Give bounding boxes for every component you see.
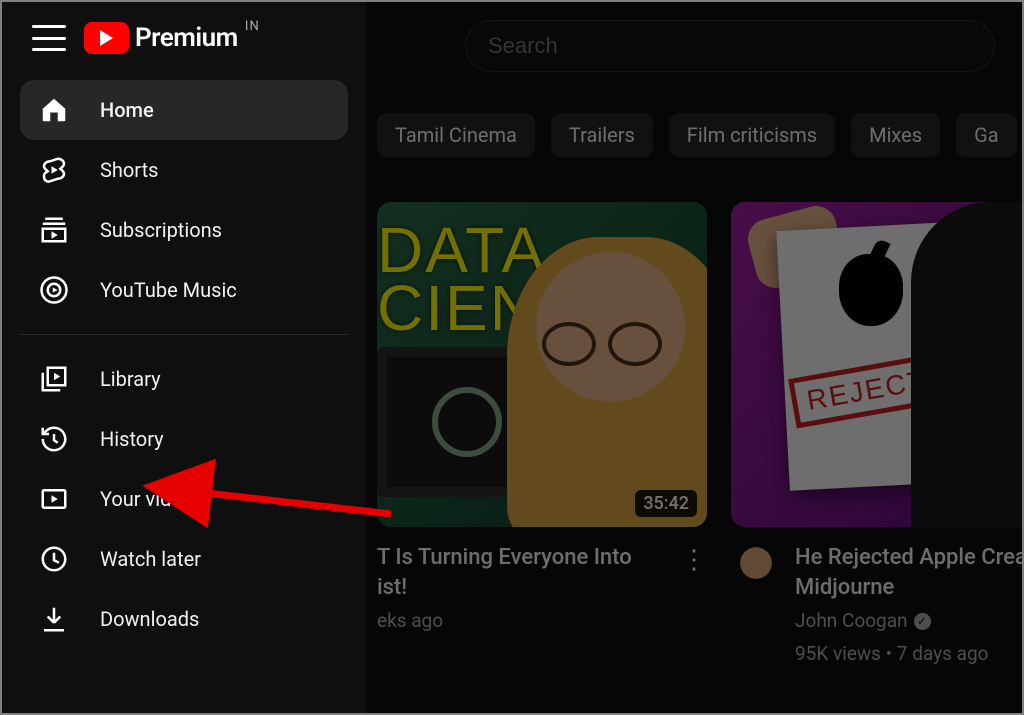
sidebar-divider (20, 334, 348, 335)
sidebar-item-subscriptions[interactable]: Subscriptions (20, 200, 348, 260)
verified-icon (914, 613, 931, 630)
video-meta: 95K views • 7 days ago (795, 641, 1022, 668)
history-icon (38, 423, 70, 455)
video-thumbnail[interactable]: REJECTED (731, 202, 1022, 527)
home-icon (38, 94, 70, 126)
sidebar-item-youtube-music[interactable]: YouTube Music (20, 260, 348, 320)
sidebar-item-label: Library (100, 367, 161, 391)
sidebar: Premium IN Home Shorts (2, 2, 366, 713)
chip-row: Tamil Cinema Trailers Film criticisms Mi… (377, 110, 1022, 160)
youtube-music-icon (38, 274, 70, 306)
video-duration: 35:42 (635, 490, 697, 517)
video-card[interactable]: REJECTED He Rejected Apple Created Midjo… (731, 202, 1022, 713)
logo-text: Premium (135, 23, 238, 53)
watch-later-icon (38, 543, 70, 575)
sidebar-item-label: Your videos (100, 487, 204, 511)
download-icon (38, 603, 70, 635)
chip[interactable]: Ga (956, 113, 1017, 157)
region-badge: IN (245, 19, 260, 34)
sidebar-item-history[interactable]: History (20, 409, 348, 469)
video-thumbnail[interactable]: DATA CIENTIST 35:42 (377, 202, 707, 527)
chip[interactable]: Tamil Cinema (377, 113, 535, 157)
sidebar-item-label: Home (100, 98, 154, 122)
video-meta: eks ago (377, 608, 667, 635)
search-input[interactable] (488, 33, 972, 59)
video-title[interactable]: T Is Turning Everyone Into ist! (377, 543, 667, 602)
sidebar-item-label: Watch later (100, 547, 201, 571)
channel-name[interactable]: John Coogan (795, 608, 908, 635)
chip[interactable]: Mixes (851, 113, 940, 157)
sidebar-item-shorts[interactable]: Shorts (20, 140, 348, 200)
thumb-graphic (542, 322, 662, 362)
youtube-play-icon (84, 22, 129, 54)
channel-avatar[interactable] (731, 543, 781, 593)
sidebar-item-label: Shorts (100, 158, 158, 182)
sidebar-item-downloads[interactable]: Downloads (20, 589, 348, 649)
chip[interactable]: Film criticisms (669, 113, 835, 157)
thumb-graphic (911, 202, 1022, 527)
sidebar-item-library[interactable]: Library (20, 349, 348, 409)
apple-icon (839, 254, 903, 326)
sidebar-item-label: Downloads (100, 607, 199, 631)
sidebar-item-your-videos[interactable]: Your videos (20, 469, 348, 529)
search-field[interactable] (465, 20, 995, 72)
youtube-logo[interactable]: Premium IN (84, 22, 260, 54)
sidebar-item-label: YouTube Music (100, 278, 237, 302)
kebab-menu-icon[interactable]: ⋮ (681, 543, 707, 635)
hamburger-icon[interactable] (32, 25, 66, 51)
sidebar-item-home[interactable]: Home (20, 80, 348, 140)
subscriptions-icon (38, 214, 70, 246)
your-videos-icon (38, 483, 70, 515)
video-title[interactable]: He Rejected Apple Created Midjourne (795, 543, 1022, 602)
sidebar-item-watch-later[interactable]: Watch later (20, 529, 348, 589)
thumb-graphic (507, 237, 707, 527)
sidebar-item-label: Subscriptions (100, 218, 222, 242)
sidebar-item-label: History (100, 427, 164, 451)
shorts-icon (38, 154, 70, 186)
chip[interactable]: Trailers (551, 113, 653, 157)
library-icon (38, 363, 70, 395)
video-card[interactable]: DATA CIENTIST 35:42 T Is Turning Everyon… (377, 202, 707, 713)
